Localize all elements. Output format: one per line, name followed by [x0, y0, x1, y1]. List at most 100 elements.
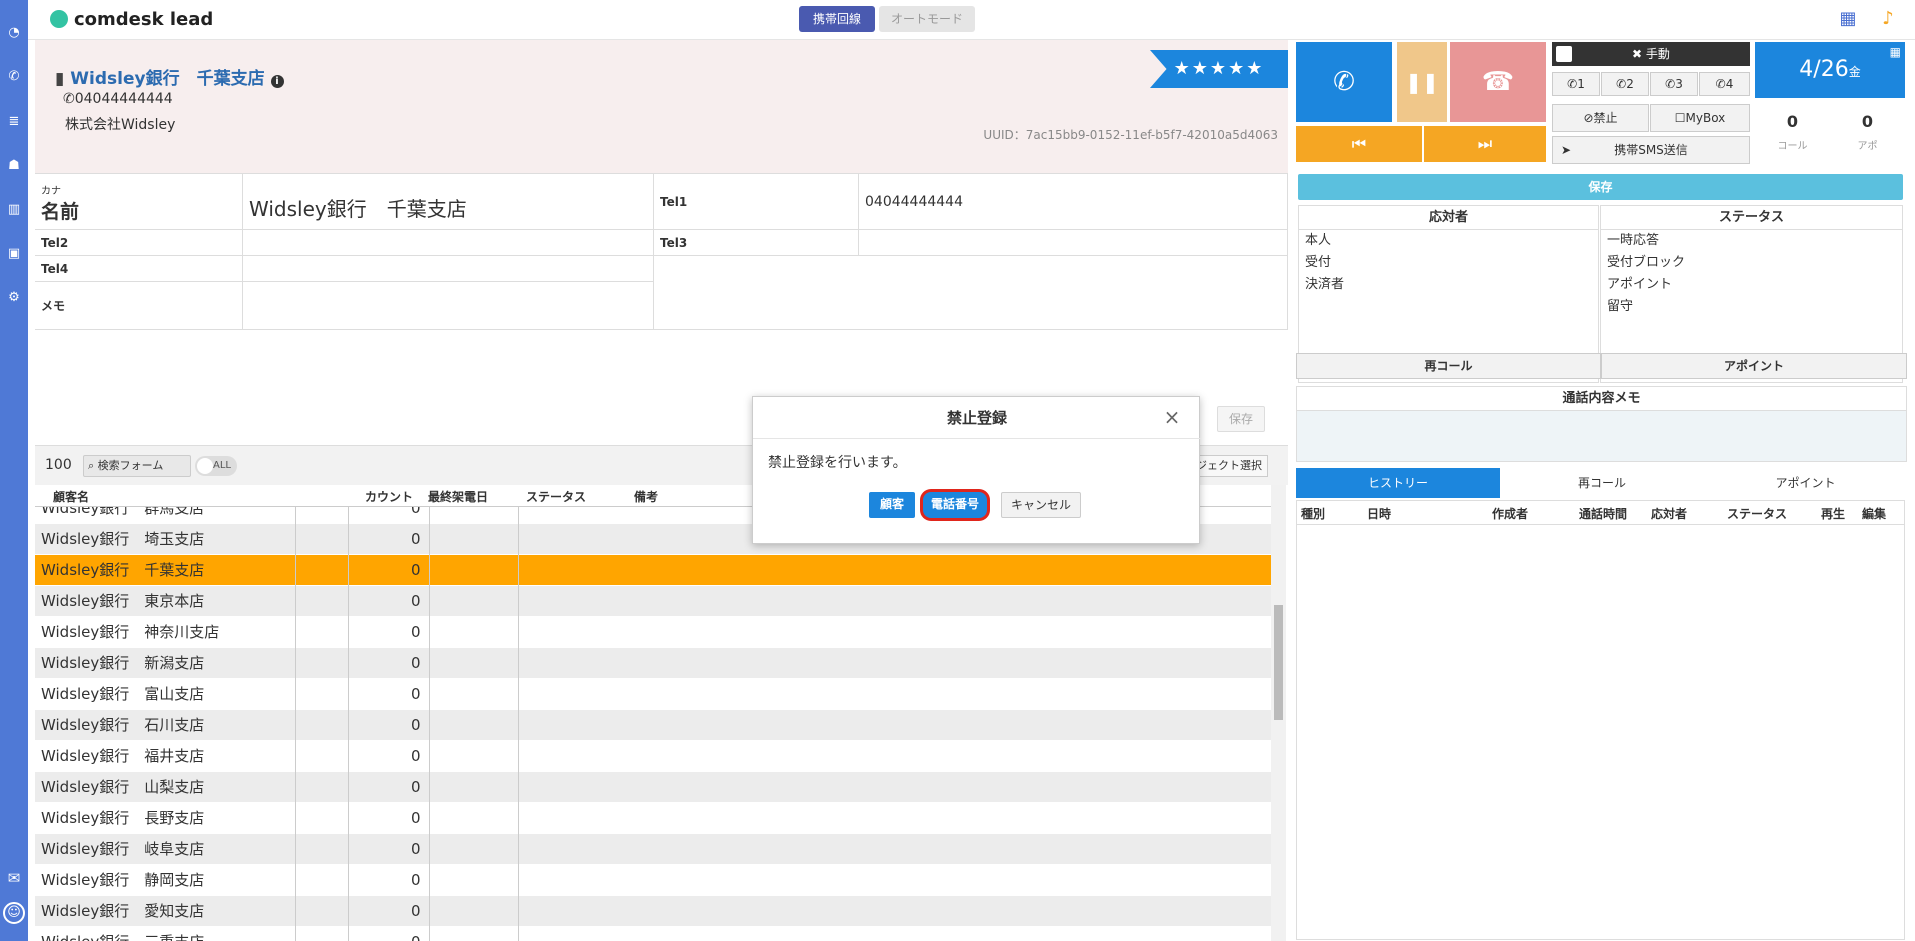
close-icon[interactable]: ×	[1161, 406, 1183, 428]
table-row[interactable]: Widsley銀行 長野支店 0	[35, 803, 1271, 834]
table-row[interactable]: Widsley銀行 新潟支店 0	[35, 648, 1271, 679]
auto-mode-button[interactable]: オートモード	[879, 6, 975, 32]
tab-appoint[interactable]: アポイント	[1704, 468, 1907, 498]
phone-icon[interactable]: ✆	[6, 69, 22, 85]
status-option[interactable]: 受付ブロック	[1601, 252, 1902, 274]
table-row[interactable]: Widsley銀行 山梨支店 0	[35, 772, 1271, 803]
line-2-button[interactable]: ✆2	[1601, 72, 1649, 96]
col-header-name[interactable]: 顧客名	[53, 488, 89, 505]
call-button[interactable]: ✆	[1296, 42, 1392, 122]
hold-button[interactable]: ❚❚	[1397, 42, 1447, 122]
responder-option[interactable]: 決済者	[1299, 274, 1598, 296]
customer-company: 株式会社Widsley	[65, 117, 176, 133]
customer-button[interactable]: 顧客	[869, 492, 915, 518]
form-save-button[interactable]: 保存	[1217, 406, 1265, 432]
history-col-header[interactable]: 日時	[1367, 505, 1391, 522]
history-col-header[interactable]: 応対者	[1651, 505, 1687, 522]
phone-number-button[interactable]: 電話番号	[923, 492, 987, 518]
line-4-button[interactable]: ✆4	[1699, 72, 1750, 96]
database-icon[interactable]: ≣	[6, 114, 22, 130]
col-header-status[interactable]: ステータス	[526, 488, 586, 505]
mybox-button[interactable]: ☐MyBox	[1650, 104, 1750, 132]
table-row[interactable]: Widsley銀行 愛知支店 0	[35, 896, 1271, 927]
column-divider	[348, 617, 349, 648]
column-divider	[295, 648, 296, 679]
history-col-header[interactable]: ステータス	[1727, 505, 1787, 522]
hangup-button[interactable]: ☎	[1450, 42, 1546, 122]
tab-recall[interactable]: 再コール	[1500, 468, 1704, 498]
calendar-small-icon[interactable]: ▦	[1890, 24, 1901, 80]
call-memo-textarea[interactable]	[1297, 411, 1906, 461]
line-3-button[interactable]: ✆3	[1650, 72, 1698, 96]
name-field[interactable]: Widsley銀行 千葉支店	[243, 174, 654, 230]
table-row[interactable]: Widsley銀行 東京本店 0	[35, 586, 1271, 617]
history-col-header[interactable]: 編集	[1862, 505, 1886, 522]
ban-button[interactable]: ⊘禁止	[1552, 104, 1649, 132]
memo-textarea[interactable]	[243, 282, 654, 330]
calendar-icon[interactable]: ▦	[1837, 8, 1859, 30]
manual-bar[interactable]: ✖ 手動	[1552, 42, 1750, 66]
history-col-header[interactable]: 作成者	[1492, 505, 1528, 522]
table-row[interactable]: Widsley銀行 岐阜支店 0	[35, 834, 1271, 865]
prev-button[interactable]: ⏮	[1296, 126, 1422, 162]
table-row[interactable]: Widsley銀行 神奈川支店 0	[35, 617, 1271, 648]
col-header-note[interactable]: 備考	[634, 488, 658, 505]
history-col-header[interactable]: 種別	[1301, 505, 1325, 522]
col-header-last-call[interactable]: 最終架電日	[428, 488, 488, 505]
top-bar: comdesk lead 携帯回線 オートモード ▦ ♪	[28, 0, 1915, 40]
search-form-button[interactable]: ⌕ 検索フォーム	[83, 455, 191, 477]
all-toggle[interactable]: ALL	[195, 456, 237, 476]
mobile-line-button[interactable]: 携帯回線	[799, 6, 875, 32]
dashboard-icon[interactable]: ◔	[6, 25, 22, 41]
table-row[interactable]: Widsley銀行 千葉支店 0	[35, 555, 1271, 586]
status-option[interactable]: アポイント	[1601, 274, 1902, 296]
table-scrollbar[interactable]	[1271, 485, 1286, 941]
cancel-button[interactable]: キャンセル	[1001, 492, 1081, 518]
column-divider	[429, 772, 430, 803]
rating-stars[interactable]: ★★★★★	[1150, 50, 1288, 88]
project-select-button[interactable]: ジェクト選択	[1190, 455, 1268, 477]
tel1-field[interactable]: 04044444444	[859, 174, 1288, 230]
users-icon[interactable]: ☗	[6, 158, 22, 174]
tab-history[interactable]: ヒストリー	[1296, 468, 1500, 498]
appoint-button[interactable]: アポイント	[1601, 353, 1907, 379]
gear-icon[interactable]: ⚙	[6, 290, 22, 306]
info-icon[interactable]: i	[270, 75, 284, 88]
column-divider	[429, 865, 430, 896]
scroll-thumb[interactable]	[1274, 605, 1283, 720]
chat-help-icon[interactable]: ✉	[6, 870, 22, 886]
status-option[interactable]: 留守	[1601, 296, 1902, 318]
col-header-count[interactable]: カウント	[365, 488, 413, 505]
recall-button[interactable]: 再コール	[1296, 353, 1601, 379]
column-divider	[429, 679, 430, 710]
table-row[interactable]: Widsley銀行 石川支店 0	[35, 710, 1271, 741]
table-row[interactable]: Widsley銀行 福井支店 0	[35, 741, 1271, 772]
responder-option[interactable]: 本人	[1299, 230, 1598, 252]
line-1-button[interactable]: ✆1	[1552, 72, 1600, 96]
board-icon[interactable]: ▣	[6, 246, 22, 262]
history-col-header[interactable]: 再生	[1821, 505, 1845, 522]
status-option[interactable]: 一時応答	[1601, 230, 1902, 252]
history-col-header[interactable]: 通話時間	[1579, 505, 1627, 522]
count-cell: 0	[411, 654, 421, 672]
responder-option[interactable]: 受付	[1299, 252, 1598, 274]
table-row[interactable]: Widsley銀行 静岡支店 0	[35, 865, 1271, 896]
save-button[interactable]: 保存	[1298, 174, 1903, 200]
manual-checkbox[interactable]	[1556, 46, 1572, 62]
customer-uuid: UUID：7ac15bb9-0152-11ef-b5f7-42010a5d406…	[983, 128, 1278, 142]
column-divider	[518, 524, 519, 555]
next-button[interactable]: ⏭	[1424, 126, 1546, 162]
table-row[interactable]: Widsley銀行 富山支店 0	[35, 679, 1271, 710]
tel4-field[interactable]	[243, 256, 654, 282]
column-divider	[348, 772, 349, 803]
responder-list[interactable]: 本人 受付 決済者	[1299, 230, 1598, 296]
tel2-field[interactable]	[243, 230, 654, 256]
avatar[interactable]: ☺	[3, 902, 25, 924]
table-row[interactable]: Widsley銀行 三重支店 0	[35, 927, 1271, 941]
status-list[interactable]: 一時応答 受付ブロック アポイント 留守	[1601, 230, 1902, 318]
count-cell: 0	[411, 871, 421, 889]
sms-button[interactable]: ➤ 携帯SMS送信	[1552, 136, 1750, 164]
tel3-field[interactable]	[859, 230, 1288, 256]
chart-icon[interactable]: ▥	[6, 202, 22, 218]
ban-registration-dialog: 禁止登録 × 禁止登録を行います。 顧客 電話番号 キャンセル	[752, 396, 1201, 544]
